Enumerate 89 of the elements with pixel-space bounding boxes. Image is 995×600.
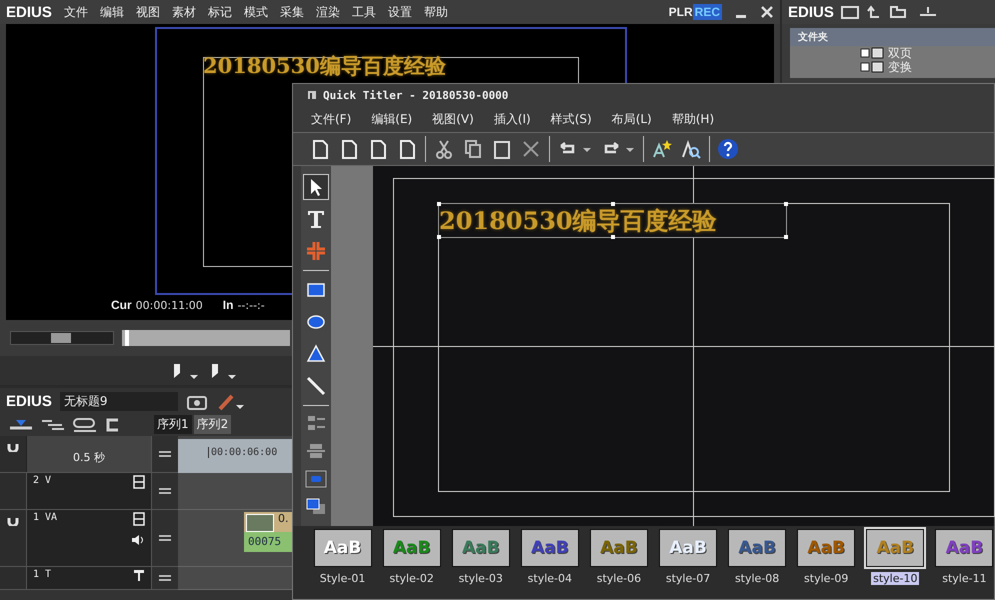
timecode-value: 00:00:11:00 xyxy=(136,299,203,312)
preview-title-text: 20180530编导百度经验 xyxy=(203,52,446,80)
style-preset-label[interactable]: style-04 xyxy=(526,572,574,585)
brush-icon[interactable] xyxy=(216,392,246,410)
track-name: 1 T xyxy=(33,569,52,580)
menu-item[interactable]: 采集 xyxy=(280,4,304,20)
app-logo: EDIUS xyxy=(788,4,834,20)
in-point-label: In xyxy=(222,298,234,312)
menu-item[interactable]: 模式 xyxy=(244,4,268,20)
text-object[interactable]: 20180530编导百度经验 xyxy=(438,203,787,238)
video-clip[interactable]: 0. xyxy=(244,512,292,532)
style-preset-label[interactable]: Style-01 xyxy=(318,572,368,585)
swap-icon[interactable] xyxy=(158,533,172,543)
style-preset-thumbnail[interactable]: AaB xyxy=(520,529,579,567)
menu-item[interactable]: 帮助 xyxy=(424,4,448,20)
position-slider[interactable] xyxy=(122,330,290,346)
menu-item[interactable]: 帮助(H) xyxy=(672,110,714,128)
swap-icon[interactable] xyxy=(158,573,172,583)
menu-item[interactable]: 文件 xyxy=(64,4,88,20)
menu-item[interactable]: 样式(S) xyxy=(550,110,592,128)
menu-item[interactable]: 插入(I) xyxy=(494,110,531,128)
folder-icon[interactable] xyxy=(840,4,860,20)
video-track-icon xyxy=(133,475,145,489)
menu-item[interactable]: 工具 xyxy=(352,4,376,20)
menu-item[interactable]: 编辑 xyxy=(100,4,124,20)
video-track-icon xyxy=(133,512,145,526)
shuttle-slider[interactable] xyxy=(10,331,114,345)
menu-item[interactable]: 编辑(E) xyxy=(371,110,412,128)
style-preset-thumbnail[interactable]: AaB xyxy=(728,529,786,567)
paste-icon[interactable] xyxy=(491,138,513,160)
folder-icon xyxy=(860,47,884,59)
copy-icon[interactable] xyxy=(462,138,484,160)
close-icon[interactable] xyxy=(760,5,774,19)
text-icon xyxy=(305,208,327,230)
window-title: Quick Titler - 20180530-0000 xyxy=(323,88,508,102)
font-search-icon[interactable] xyxy=(680,138,702,160)
cross-icon xyxy=(305,240,327,262)
app-logo: EDIUS xyxy=(6,4,52,20)
lock-icon[interactable] xyxy=(7,442,19,452)
menu-item[interactable]: 视图(V) xyxy=(432,110,474,128)
menu-item[interactable]: 布局(L) xyxy=(612,110,652,128)
app-logo: EDIUS xyxy=(6,393,52,410)
audio-clip[interactable]: 00075 xyxy=(244,532,292,552)
style-preset-label[interactable]: style-09 xyxy=(802,572,850,585)
style-preset-label[interactable]: style-08 xyxy=(732,572,782,585)
menu-item[interactable]: 文件(F) xyxy=(311,110,352,128)
player-mode-label[interactable]: PLR xyxy=(668,5,693,19)
time-ruler[interactable]: 00:00:06:00 xyxy=(178,436,292,473)
menu-item[interactable]: 素材 xyxy=(172,4,196,20)
swap-icon[interactable] xyxy=(158,449,172,459)
style-preset-label[interactable]: style-11 xyxy=(940,572,989,585)
line-icon xyxy=(305,375,327,397)
menu-item[interactable]: 设置 xyxy=(388,4,412,20)
swap-icon[interactable] xyxy=(158,486,172,496)
folder-item[interactable]: 变换 xyxy=(790,60,995,74)
style-preset-label[interactable]: style-07 xyxy=(664,572,712,585)
triangle-icon xyxy=(305,343,327,365)
track-name: 2 V xyxy=(33,475,52,486)
fit-icon[interactable] xyxy=(305,468,327,490)
style-preset-label[interactable]: style-03 xyxy=(456,572,505,585)
folder-item[interactable]: 双页 xyxy=(790,46,995,60)
tool-button[interactable] xyxy=(303,174,329,200)
style-preset-label[interactable]: style-02 xyxy=(387,572,436,585)
lock-icon[interactable] xyxy=(7,516,19,526)
speaker-icon[interactable] xyxy=(131,534,145,546)
style-star-icon[interactable] xyxy=(651,138,673,160)
track-name: 1 VA xyxy=(33,512,58,523)
sequence-tab[interactable]: 序列2 xyxy=(194,415,232,434)
title-track-icon xyxy=(133,569,145,581)
up-arrow-icon[interactable] xyxy=(866,4,882,20)
app-icon xyxy=(307,90,317,100)
cut-icon[interactable] xyxy=(433,138,455,160)
style-preset-label[interactable]: style-10 xyxy=(871,572,920,585)
title-canvas[interactable]: 20180530编导百度经验 xyxy=(373,166,994,526)
timecode-label: Cur xyxy=(111,298,132,312)
folder-header: 文件夹 xyxy=(790,28,995,46)
menu-item[interactable]: 标记 xyxy=(208,4,232,20)
help-icon[interactable] xyxy=(717,138,739,160)
menu-item[interactable]: 视图 xyxy=(136,4,160,20)
track-lane[interactable]: 0. 00075 xyxy=(178,510,292,567)
in-point-value: --:--:- xyxy=(237,299,265,312)
menu-item[interactable]: 渲染 xyxy=(316,4,340,20)
project-name-field[interactable]: 无标题9 xyxy=(60,392,178,411)
folder-icon xyxy=(860,61,884,73)
clip-thumbnail xyxy=(246,514,274,532)
sequence-tab[interactable]: 序列1 xyxy=(154,415,192,434)
zoom-scale[interactable]: 0.5 秒 xyxy=(26,436,151,472)
style-preset-label[interactable]: style-06 xyxy=(594,572,644,585)
link-icon[interactable] xyxy=(72,416,98,432)
